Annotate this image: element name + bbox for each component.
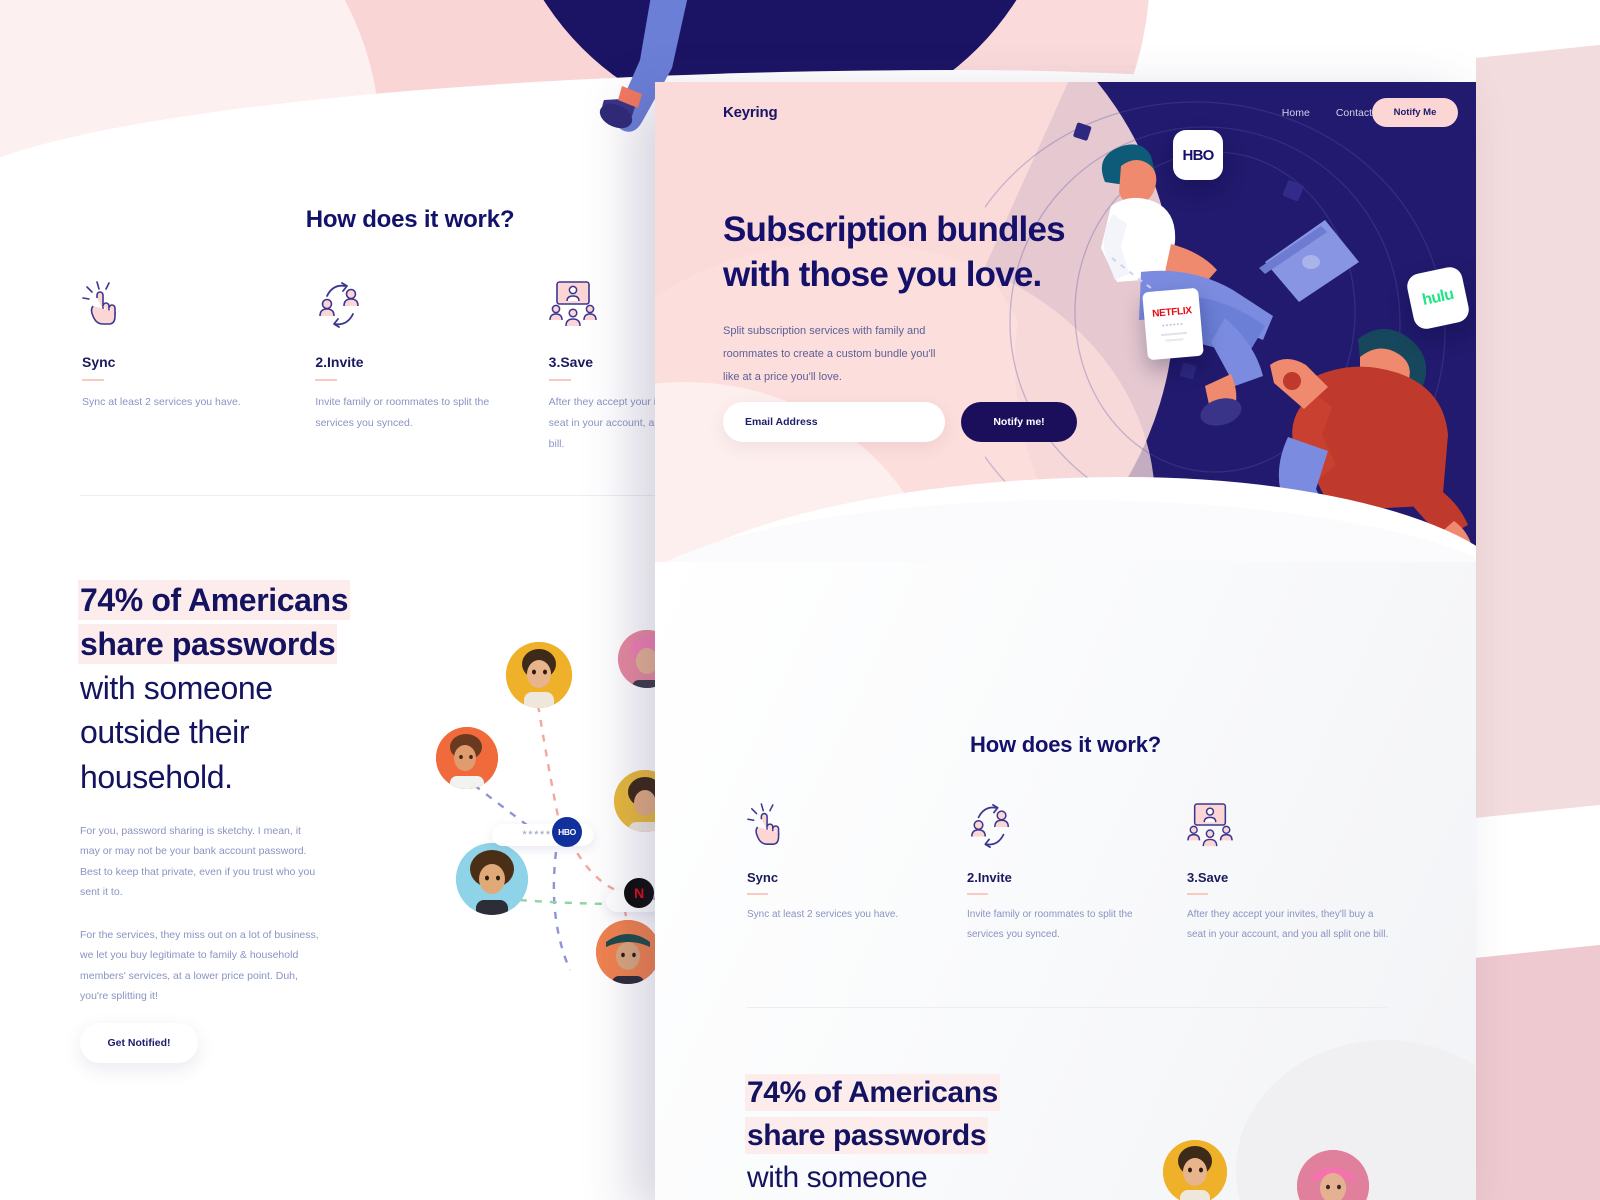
hero-copy: Subscription bundles with those you love…	[723, 208, 1123, 389]
stat-rest-2: outside their	[80, 714, 250, 751]
hero-heading-line-1: Subscription bundles	[723, 210, 1066, 249]
hulu-logo-tile: hulu	[1404, 264, 1472, 332]
stat-rest-3: household.	[80, 758, 233, 795]
stat-rest-1: with someone	[80, 670, 273, 707]
background-stat-paragraph-1: For you, password sharing is sketchy. I …	[80, 824, 316, 899]
stat-heading: 74% of Americans share passwords with so…	[747, 1072, 1077, 1200]
avatar-1[interactable]	[506, 642, 572, 708]
pointing-hand-click-icon	[747, 802, 949, 850]
avatar-2[interactable]	[436, 727, 498, 789]
right-edge-decor	[1476, 0, 1600, 1200]
hero-section: NETFLIX •••••• HBO hulu Keyring Home Con…	[655, 82, 1476, 562]
nav-link-home[interactable]: Home	[1282, 107, 1310, 119]
hero-heading: Subscription bundles with those you love…	[723, 208, 1123, 298]
step-card-1: Sync Sync at least 2 services you have.	[747, 802, 949, 945]
netflix-line-2	[1165, 338, 1184, 342]
step-rule	[82, 379, 104, 381]
step-1-body: Sync at least 2 services you have.	[747, 909, 899, 920]
hero-subtext: Split subscription services with family …	[723, 324, 936, 383]
background-stat-heading: 74% of Americans share passwords with so…	[80, 578, 410, 799]
step-rule	[315, 379, 338, 381]
step-2-title: 2.Invite	[967, 870, 1012, 885]
stat-section: 74% of Americans share passwords with so…	[747, 1072, 1077, 1200]
background-step-1: Sync Sync at least 2 services you have.	[82, 280, 291, 455]
hero-heading-line-2: with those you love.	[723, 254, 1042, 294]
background-step-2-title: 2.Invite	[315, 354, 364, 370]
netflix-line-1	[1160, 332, 1187, 337]
hulu-wordmark: hulu	[1420, 285, 1456, 310]
stat-highlight-1: 74% of Americans	[747, 1076, 998, 1109]
panel-body: How does it work? Sync Sync at least 2 s…	[655, 562, 1476, 1200]
step-rule	[747, 893, 768, 895]
stat-rest-1: with someone	[747, 1161, 928, 1195]
hbo-wordmark: HBO	[1182, 146, 1215, 164]
netflix-password-dots: ••••••	[1161, 321, 1185, 331]
avatar-network	[1135, 1102, 1465, 1200]
step-rule	[967, 893, 988, 895]
site-header: Keyring Home Contact Notify Me	[655, 82, 1476, 144]
background-step-1-title: Sync	[82, 354, 116, 370]
primary-nav: Home Contact	[1282, 107, 1372, 119]
avatar-3[interactable]	[456, 843, 528, 915]
brand-logo[interactable]: Keyring	[723, 104, 778, 121]
netflix-network-badge: N	[624, 878, 654, 908]
background-stat-section: 74% of Americans share passwords with so…	[80, 578, 410, 1007]
section-divider	[747, 1007, 1387, 1008]
two-people-sync-icon	[967, 802, 1169, 850]
netflix-wordmark: NETFLIX	[1151, 305, 1193, 321]
notify-me-nav-button[interactable]: Notify Me	[1372, 98, 1458, 127]
pointing-hand-click-icon	[82, 280, 291, 332]
background-step-1-body: Sync at least 2 services you have.	[82, 396, 241, 408]
avatar-4[interactable]	[596, 920, 660, 984]
netflix-logo-card: NETFLIX ••••••	[1142, 287, 1204, 361]
background-step-2: 2.Invite Invite family or roommates to s…	[315, 280, 524, 455]
notify-me-submit-button[interactable]: Notify me!	[961, 402, 1077, 442]
foreground-page-panel: NETFLIX •••••• HBO hulu Keyring Home Con…	[655, 82, 1476, 1200]
hiw-steps: Sync Sync at least 2 services you have.	[747, 802, 1407, 945]
step-card-3: 3.Save After they accept your invites, t…	[1187, 802, 1389, 945]
stat-highlight-1: 74% of Americans	[80, 582, 349, 618]
get-notified-button[interactable]: Get Notified!	[80, 1023, 198, 1063]
two-people-sync-icon	[315, 280, 524, 332]
background-stat-paragraph-2: For the services, they miss out on a lot…	[80, 928, 319, 1003]
step-rule	[1187, 893, 1208, 895]
step-3-body: After they accept your invites, they'll …	[1187, 909, 1389, 940]
hiw-title: How does it work?	[970, 732, 1161, 757]
step-3-title: 3.Save	[1187, 870, 1229, 885]
screenshot-canvas: How does it work? Sync Sync at least 2 s…	[0, 0, 1600, 1200]
step-card-2: 2.Invite Invite family or roommates to s…	[967, 802, 1169, 945]
background-step-2-body: Invite family or roommates to split the …	[315, 396, 490, 429]
group-screen-share-icon	[1187, 802, 1389, 850]
right-pink-shape-1	[1476, 17, 1600, 823]
step-rule	[548, 379, 571, 381]
right-pink-shape-2	[1476, 917, 1600, 1200]
step-2-body: Invite family or roommates to split the …	[967, 909, 1133, 940]
step-1-title: Sync	[747, 870, 779, 885]
stat-highlight-2: share passwords	[80, 626, 336, 663]
stat-highlight-2: share passwords	[747, 1118, 987, 1152]
email-input[interactable]	[723, 402, 945, 442]
hero-signup-form: Notify me!	[723, 402, 1077, 442]
nav-link-contact[interactable]: Contact	[1336, 107, 1372, 119]
hbo-network-badge: HBO	[552, 817, 582, 847]
avatar-1[interactable]	[1163, 1140, 1227, 1200]
